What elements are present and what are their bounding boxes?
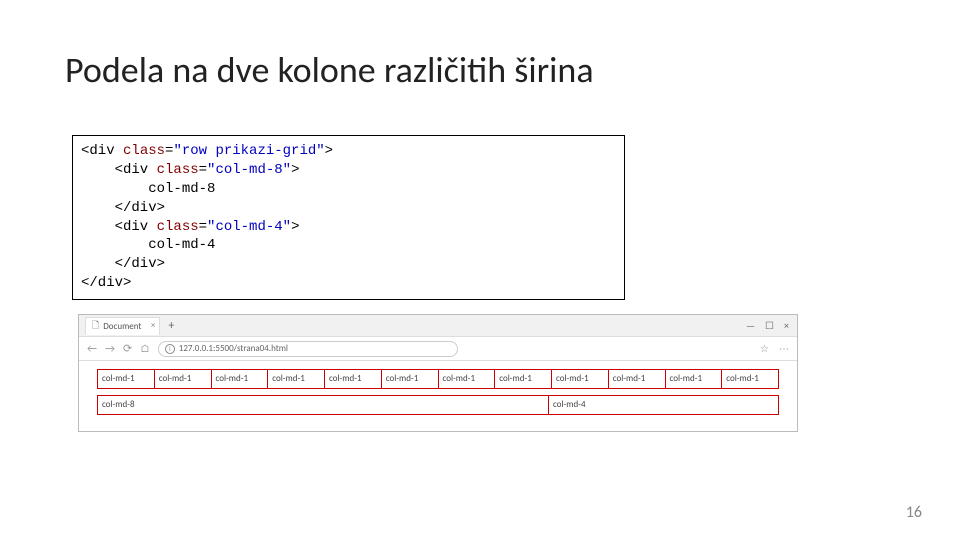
- grid-cell: col-md-1: [381, 370, 438, 388]
- browser-viewport: col-md-1 col-md-1 col-md-1 col-md-1 col-…: [79, 361, 797, 431]
- tab-title: Document: [103, 321, 141, 332]
- grid-cell: col-md-4: [548, 396, 779, 414]
- grid-cell: col-md-1: [324, 370, 381, 388]
- site-info-icon[interactable]: i: [165, 344, 175, 354]
- code-line: col-md-8: [81, 181, 215, 197]
- window-minimize-icon[interactable]: —: [746, 319, 755, 332]
- grid-cell: col-md-1: [154, 370, 211, 388]
- grid-cell: col-md-1: [438, 370, 495, 388]
- code-line: </div>: [81, 200, 165, 216]
- home-icon[interactable]: ⌂: [140, 342, 150, 355]
- window-maximize-icon[interactable]: ☐: [765, 319, 774, 332]
- grid-cell: col-md-1: [551, 370, 608, 388]
- grid-row-8-4: col-md-8 col-md-4: [97, 395, 779, 415]
- code-line: </div>: [81, 256, 165, 272]
- code-snippet: <div class="row prikazi-grid"> <div clas…: [72, 135, 625, 300]
- new-tab-button[interactable]: +: [168, 319, 174, 333]
- browser-tab[interactable]: 🗋 Document ×: [85, 317, 160, 335]
- forward-icon[interactable]: →: [105, 342, 115, 355]
- grid-cell: col-md-8: [97, 396, 548, 414]
- back-icon[interactable]: ←: [87, 342, 97, 355]
- grid-cell: col-md-1: [721, 370, 779, 388]
- code-line: col-md-4: [81, 237, 215, 253]
- window-close-icon[interactable]: ×: [784, 319, 789, 332]
- bookmark-star-icon[interactable]: ☆: [760, 342, 769, 355]
- grid-cell: col-md-1: [267, 370, 324, 388]
- address-bar[interactable]: i 127.0.0.1:5500/strana04.html: [158, 341, 458, 357]
- page-number: 16: [906, 503, 922, 522]
- code-line: </div>: [81, 275, 131, 291]
- file-icon: 🗋: [92, 318, 99, 334]
- grid-row-12: col-md-1 col-md-1 col-md-1 col-md-1 col-…: [97, 369, 779, 389]
- code-line: <div class="col-md-4">: [81, 219, 299, 235]
- browser-window: 🗋 Document × + — ☐ × ← → ⟳ ⌂ i 127.0.0.1…: [78, 314, 798, 432]
- browser-tabstrip: 🗋 Document × + — ☐ ×: [79, 315, 797, 337]
- browser-toolbar: ← → ⟳ ⌂ i 127.0.0.1:5500/strana04.html ☆…: [79, 337, 797, 361]
- grid-cell: col-md-1: [97, 370, 154, 388]
- reload-icon[interactable]: ⟳: [123, 342, 132, 355]
- code-line: <div class="row prikazi-grid">: [81, 143, 333, 159]
- close-tab-icon[interactable]: ×: [151, 320, 155, 331]
- grid-cell: col-md-1: [211, 370, 268, 388]
- grid-cell: col-md-1: [665, 370, 722, 388]
- slide-title: Podela na dve kolone različitih širina: [65, 48, 594, 92]
- code-line: <div class="col-md-8">: [81, 162, 299, 178]
- grid-cell: col-md-1: [494, 370, 551, 388]
- grid-cell: col-md-1: [608, 370, 665, 388]
- menu-icon[interactable]: ⋯: [779, 342, 789, 355]
- url-text: 127.0.0.1:5500/strana04.html: [179, 343, 288, 354]
